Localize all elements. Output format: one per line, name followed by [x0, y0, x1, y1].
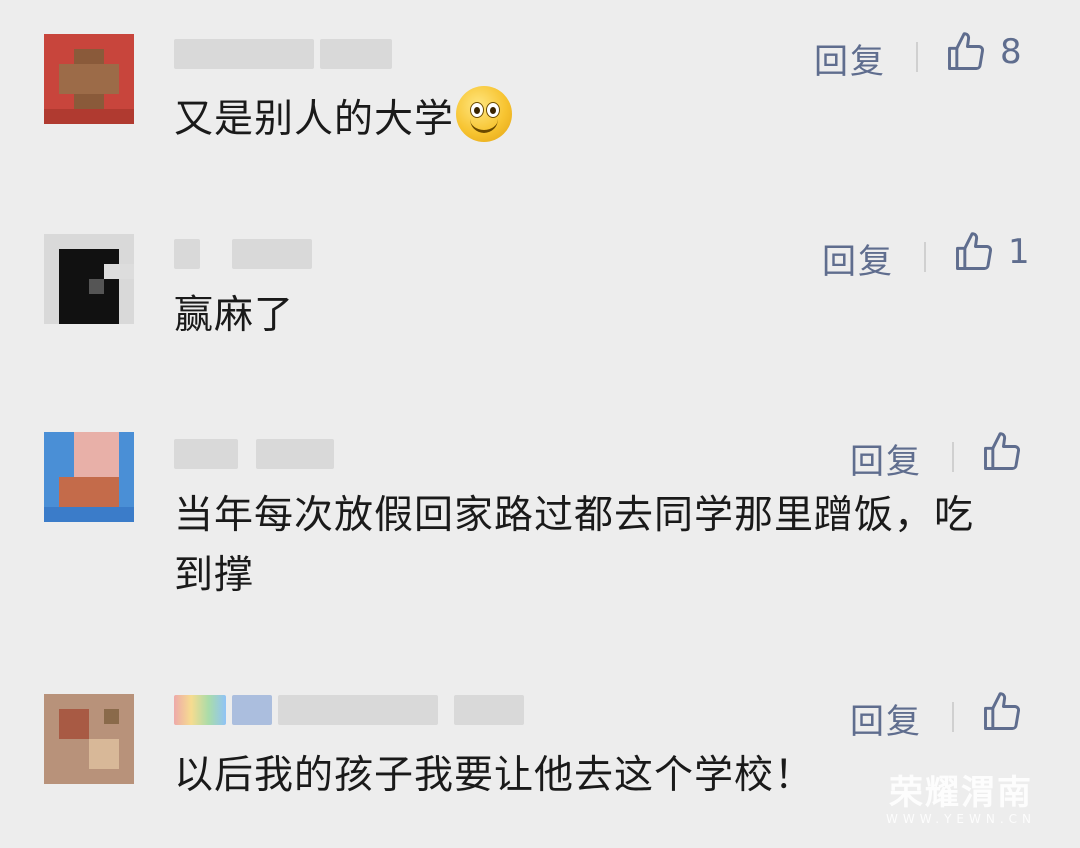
watermark-title: 荣耀渭南 — [889, 773, 1034, 813]
like-button[interactable] — [980, 690, 1024, 734]
comment-text: 又是别人的大学 — [174, 86, 1004, 150]
username-blurred[interactable] — [174, 436, 334, 472]
thumbs-up-icon — [948, 32, 984, 70]
divider — [952, 442, 954, 472]
comment-body: 又是别人的大学 — [174, 97, 455, 142]
watermark-url: WWW.YEWN.CN — [886, 812, 1036, 826]
like-button[interactable] — [980, 430, 1024, 474]
reply-button[interactable]: 回复 — [822, 234, 894, 283]
reply-button[interactable]: 回复 — [850, 694, 922, 743]
like-button[interactable]: 8 — [944, 30, 1022, 74]
comment-text: 当年每次放假回家路过都去同学那里蹭饭，吃到撑 — [174, 493, 975, 598]
divider — [924, 242, 926, 272]
thumbs-up-icon — [984, 432, 1020, 470]
username-blurred[interactable] — [174, 36, 392, 72]
reply-button[interactable]: 回复 — [814, 34, 886, 83]
thumbs-up-icon — [984, 692, 1020, 730]
avatar[interactable] — [44, 432, 134, 522]
like-count: 8 — [1000, 32, 1022, 72]
comment-text: 赢麻了 — [174, 293, 295, 338]
like-count: 1 — [1008, 232, 1030, 272]
comment-text: 以后我的孩子我要让他去这个学校！ — [174, 753, 815, 798]
reply-button[interactable]: 回复 — [850, 434, 922, 483]
avatar[interactable] — [44, 694, 134, 784]
avatar[interactable] — [44, 234, 134, 324]
username-blurred[interactable] — [174, 236, 312, 272]
like-button[interactable]: 1 — [952, 230, 1030, 274]
avatar[interactable] — [44, 34, 134, 124]
watermark-logo: 荣耀渭南 WWW.YEWN.CN — [886, 765, 1036, 826]
divider — [952, 702, 954, 732]
thumbs-up-icon — [956, 232, 992, 270]
divider — [916, 42, 918, 72]
username-blurred[interactable] — [174, 692, 524, 728]
smiling-face-emoji — [456, 86, 513, 142]
